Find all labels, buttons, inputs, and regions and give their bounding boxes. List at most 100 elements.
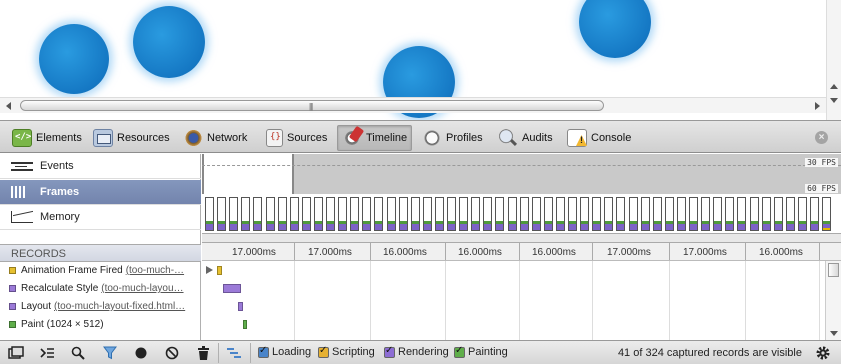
checkbox-icon[interactable] — [318, 345, 329, 358]
frame-bar[interactable] — [205, 197, 214, 231]
checkbox-icon[interactable] — [258, 345, 269, 358]
record-source-link[interactable]: (too-much-… — [126, 265, 184, 276]
records-vertical-scrollbar[interactable] — [825, 261, 841, 340]
frame-bar[interactable] — [640, 197, 650, 231]
scroll-right-arrow-icon[interactable] — [815, 102, 820, 110]
frame-bar[interactable] — [313, 197, 323, 231]
tab-elements[interactable]: Elements — [8, 125, 86, 151]
frame-bar[interactable] — [797, 197, 807, 231]
frame-bar[interactable] — [713, 197, 723, 231]
frame-bar[interactable] — [652, 197, 662, 231]
frame-bar[interactable] — [289, 197, 299, 231]
frame-bar[interactable] — [761, 197, 771, 231]
frame-bar[interactable] — [689, 197, 698, 231]
frame-bar[interactable] — [374, 197, 384, 231]
overview-item-frames[interactable]: Frames — [0, 180, 201, 205]
scroll-up-arrow-icon[interactable] — [830, 84, 838, 89]
frame-bar[interactable] — [253, 197, 263, 231]
frame-bar[interactable] — [580, 197, 590, 231]
filter-painting-checkbox[interactable]: Painting — [454, 345, 508, 358]
frame-bar[interactable] — [301, 197, 311, 231]
frame-bar[interactable] — [483, 197, 493, 231]
record-row[interactable]: Recalculate Style (too-much-layou… — [0, 280, 201, 297]
frame-bar[interactable] — [410, 197, 420, 231]
checkbox-icon[interactable] — [454, 345, 465, 358]
filter-rendering-checkbox[interactable]: Rendering — [384, 345, 449, 358]
frame-bar[interactable] — [531, 197, 541, 231]
frame-bar[interactable] — [725, 197, 735, 231]
tab-audits[interactable]: Audits — [494, 125, 557, 151]
frame-bar[interactable] — [616, 197, 626, 231]
frame-bar[interactable] — [386, 197, 396, 231]
frame-bar[interactable] — [434, 197, 444, 231]
frame-bar[interactable] — [701, 197, 711, 231]
tab-network[interactable]: Network — [180, 125, 251, 151]
frame-bar[interactable] — [495, 197, 505, 231]
frame-bar[interactable] — [471, 197, 481, 231]
tab-console[interactable]: Console — [563, 125, 635, 151]
record-bar-painting[interactable] — [243, 320, 247, 329]
scroll-left-arrow-icon[interactable] — [6, 102, 11, 110]
clear-icon[interactable] — [162, 344, 182, 362]
filter-loading-checkbox[interactable]: Loading — [258, 345, 311, 358]
frame-bar[interactable] — [265, 197, 275, 231]
record-bar-scripting[interactable] — [217, 266, 222, 275]
overview-item-events[interactable]: Events — [0, 154, 201, 179]
frame-bar[interactable] — [604, 197, 614, 231]
frame-bar[interactable] — [676, 197, 686, 231]
frame-bar[interactable] — [749, 197, 759, 231]
records-graph[interactable] — [202, 261, 825, 340]
glue-async-events-icon[interactable] — [224, 344, 244, 362]
record-button[interactable] — [131, 344, 151, 362]
search-icon[interactable] — [68, 344, 88, 362]
frame-bars[interactable] — [202, 194, 841, 234]
horizontal-scroll-thumb[interactable]: ||| — [20, 100, 604, 111]
frame-bar[interactable] — [277, 197, 287, 231]
overview-item-memory[interactable]: Memory — [0, 205, 201, 230]
frame-bar[interactable] — [519, 197, 529, 231]
frame-bar[interactable] — [628, 197, 638, 231]
frame-bar[interactable] — [447, 197, 456, 231]
frame-bar[interactable] — [543, 197, 553, 231]
close-icon[interactable]: × — [815, 131, 828, 144]
tab-profiles[interactable]: Profiles — [418, 125, 487, 151]
record-source-link[interactable]: (too-much-layout-fixed.html… — [54, 301, 185, 312]
frame-bar[interactable] — [459, 197, 469, 231]
frame-bar[interactable] — [422, 197, 432, 231]
frame-bar[interactable] — [592, 197, 602, 231]
checkbox-icon[interactable] — [384, 345, 395, 358]
frame-bar[interactable] — [555, 197, 565, 231]
tab-resources[interactable]: Resources — [89, 125, 174, 151]
frame-bar[interactable] — [737, 197, 747, 231]
dock-toggle-button[interactable] — [6, 344, 26, 362]
page-horizontal-scrollbar[interactable]: ||| — [0, 97, 826, 113]
tab-sources[interactable]: Sources — [262, 125, 331, 151]
frame-bar[interactable] — [398, 197, 408, 231]
frame-bar[interactable] — [773, 197, 783, 231]
frame-bar[interactable] — [785, 197, 795, 231]
frame-bar[interactable] — [362, 197, 372, 231]
record-row[interactable]: Animation Frame Fired (too-much-… — [0, 262, 201, 279]
console-drawer-button[interactable] — [37, 344, 57, 362]
filter-icon[interactable] — [100, 344, 120, 362]
scroll-down-arrow-icon[interactable] — [830, 98, 838, 103]
frame-bar[interactable] — [507, 197, 517, 231]
frame-bar[interactable] — [229, 197, 239, 231]
overview-selection-window[interactable] — [202, 154, 294, 194]
frame-bar[interactable] — [810, 197, 819, 231]
frame-bar[interactable] — [217, 197, 227, 231]
record-bar-rendering[interactable] — [223, 284, 241, 293]
frame-bar[interactable] — [822, 197, 832, 231]
frame-bar[interactable] — [568, 197, 577, 231]
record-source-link[interactable]: (too-much-layou… — [101, 283, 183, 294]
frame-bar[interactable] — [338, 197, 348, 231]
tab-timeline[interactable]: Timeline — [337, 125, 413, 151]
filter-scripting-checkbox[interactable]: Scripting — [318, 345, 375, 358]
settings-gear-icon[interactable] — [813, 344, 833, 362]
records-scroll-thumb[interactable] — [828, 263, 839, 277]
frame-bar[interactable] — [326, 197, 335, 231]
frame-bar[interactable] — [241, 197, 251, 231]
frames-overview[interactable]: 30 FPS 60 FPS — [202, 154, 841, 242]
garbage-collect-icon[interactable] — [193, 344, 213, 362]
record-row[interactable]: Layout (too-much-layout-fixed.html… — [0, 298, 201, 315]
